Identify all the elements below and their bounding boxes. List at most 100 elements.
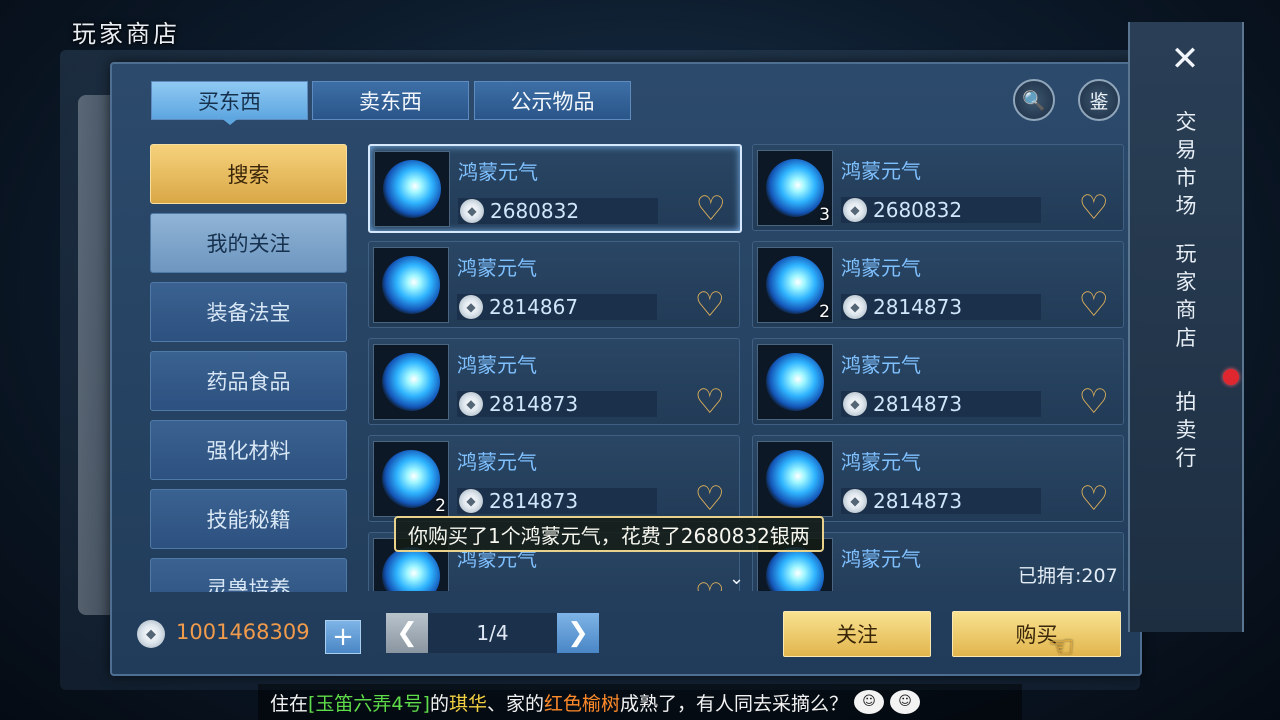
follow-button[interactable]: 关注	[783, 611, 931, 657]
item-price: 2680832	[490, 199, 580, 223]
item-quantity: 2	[435, 496, 446, 516]
item-thumbnail	[757, 344, 833, 420]
heart-icon[interactable]: ♡	[1079, 482, 1109, 516]
category-search[interactable]: 搜索	[150, 144, 347, 204]
item-card[interactable]: 鸿蒙元气 ◆ 2814873 ♡	[752, 435, 1124, 522]
item-name: 鸿蒙元气	[841, 256, 921, 280]
item-thumbnail	[757, 441, 833, 517]
magnifier-book-button[interactable]: 🔍	[1013, 79, 1055, 121]
silver-coin-icon: ◆	[459, 295, 483, 319]
side-nav-trade-market[interactable]: 交易市场	[1170, 108, 1202, 220]
category-medicine-food[interactable]: 药品食品	[150, 351, 347, 411]
category-equipment[interactable]: 装备法宝	[150, 282, 347, 342]
chat-text: 的	[429, 692, 449, 715]
add-money-button[interactable]: +	[325, 620, 361, 654]
item-price: 2814873	[489, 489, 579, 513]
chat-player-name: 琪华	[448, 692, 487, 715]
item-name: 鸿蒙元气	[841, 353, 921, 377]
prev-page-button[interactable]: ❮	[386, 613, 428, 653]
item-price: 2814873	[873, 295, 963, 319]
orb-icon	[382, 547, 440, 591]
item-price: 2814873	[873, 392, 963, 416]
magnifier-book-icon: 🔍	[1022, 89, 1046, 112]
tab-sell[interactable]: 卖东西	[312, 81, 469, 120]
item-card[interactable]: 鸿蒙元气 ◆ 2814873 ♡	[368, 338, 740, 425]
buy-button[interactable]: 购买	[952, 611, 1121, 657]
heart-icon[interactable]: ♡	[695, 482, 725, 516]
orb-icon	[766, 256, 824, 314]
item-price: 2814873	[873, 489, 963, 513]
chevron-down-icon[interactable]: ⌄	[729, 568, 744, 589]
emote-face-icon: ☺	[890, 690, 921, 714]
price-bar: ◆ 2814873	[841, 391, 1041, 417]
heart-icon[interactable]: ♡	[695, 579, 725, 591]
price-bar: ◆ 2814873	[457, 391, 657, 417]
heart-icon[interactable]: ♡	[1079, 385, 1109, 419]
silver-coin-icon: ◆	[460, 199, 484, 223]
silver-coin-icon: ◆	[459, 392, 483, 416]
owned-count: 已拥有:207	[1018, 565, 1118, 587]
orb-icon	[766, 450, 824, 508]
appraise-button[interactable]: 鉴	[1078, 79, 1120, 121]
price-bar: ◆ 2814873	[841, 294, 1041, 320]
item-quantity: 3	[819, 205, 830, 225]
chevron-right-icon: ❯	[567, 618, 589, 648]
orb-icon	[766, 547, 824, 591]
category-materials[interactable]: 强化材料	[150, 420, 347, 480]
price-bar: ◆ 2814873	[841, 488, 1041, 514]
next-page-button[interactable]: ❯	[557, 613, 599, 653]
purchase-toast: 你购买了1个鸿蒙元气，花费了2680832银两	[394, 516, 824, 552]
item-thumbnail	[374, 151, 450, 227]
appraise-label: 鉴	[1089, 90, 1109, 113]
notification-dot	[1223, 369, 1239, 385]
item-thumbnail	[373, 344, 449, 420]
item-name: 鸿蒙元气	[841, 547, 921, 571]
category-my-follows[interactable]: 我的关注	[150, 213, 347, 273]
item-name: 鸿蒙元气	[841, 159, 921, 183]
item-quantity: 2	[819, 302, 830, 322]
chat-location-link[interactable]: [玉笛六弄4号]	[308, 689, 430, 716]
chevron-down-icon[interactable]: ⌄	[236, 576, 249, 595]
price-bar: ◆ 2680832	[841, 197, 1041, 223]
orb-icon	[766, 353, 824, 411]
page-title: 玩家商店	[72, 20, 180, 48]
heart-icon[interactable]: ♡	[1079, 288, 1109, 322]
emote-face-icon: ☺	[854, 690, 885, 714]
item-card[interactable]: 2 鸿蒙元气 ◆ 2814873 ♡	[752, 241, 1124, 328]
item-card[interactable]: 鸿蒙元气 ◆ 2814867 ♡	[368, 241, 740, 328]
silver-coin-icon: ◆	[843, 392, 867, 416]
chat-text: 成熟了，有人同去采摘么？	[620, 692, 849, 715]
heart-icon[interactable]: ♡	[695, 288, 725, 322]
item-price: 2814867	[489, 295, 579, 319]
side-nav-auction[interactable]: 拍卖行	[1170, 388, 1202, 472]
item-thumbnail: 3	[757, 150, 833, 226]
orb-icon	[382, 353, 440, 411]
heart-icon[interactable]: ♡	[696, 192, 726, 226]
orb-icon	[382, 256, 440, 314]
price-bar: ◆ 2814867	[457, 294, 657, 320]
item-card[interactable]: 鸿蒙元气 ◆ 2814873 ♡	[752, 338, 1124, 425]
item-thumbnail: 2	[757, 247, 833, 323]
price-bar: ◆ 2680832	[458, 198, 658, 224]
heart-icon[interactable]: ♡	[1079, 191, 1109, 225]
close-icon[interactable]: ✕	[1168, 42, 1202, 76]
tab-buy[interactable]: 买东西	[151, 81, 308, 120]
chat-item-name: 红色榆树	[543, 692, 620, 715]
item-name: 鸿蒙元气	[457, 256, 537, 280]
orb-icon	[383, 160, 441, 218]
chat-message: 住在 [玉笛六弄4号] 的 琪华 、家的 红色榆树 成熟了，有人同去采摘么？ ☺…	[258, 684, 1022, 720]
item-card[interactable]: 2 鸿蒙元气 ◆ 2814873 ♡	[368, 435, 740, 522]
item-price: 2814873	[489, 392, 579, 416]
money-amount: 1001468309	[176, 620, 310, 644]
tab-public-items[interactable]: 公示物品	[474, 81, 631, 120]
item-card[interactable]: 鸿蒙元气 ◆ 2680832 ♡	[368, 144, 742, 233]
category-skill-books[interactable]: 技能秘籍	[150, 489, 347, 549]
side-nav-player-shop[interactable]: 玩家商店	[1170, 240, 1202, 352]
item-card[interactable]: 3 鸿蒙元气 ◆ 2680832 ♡	[752, 144, 1124, 231]
silver-coin-icon: ◆	[843, 295, 867, 319]
price-bar: ◆ 2814873	[457, 488, 657, 514]
heart-icon[interactable]: ♡	[695, 385, 725, 419]
pointer-hand-icon: ☜	[1048, 630, 1075, 665]
plus-icon: +	[332, 622, 354, 652]
item-name: 鸿蒙元气	[457, 450, 537, 474]
